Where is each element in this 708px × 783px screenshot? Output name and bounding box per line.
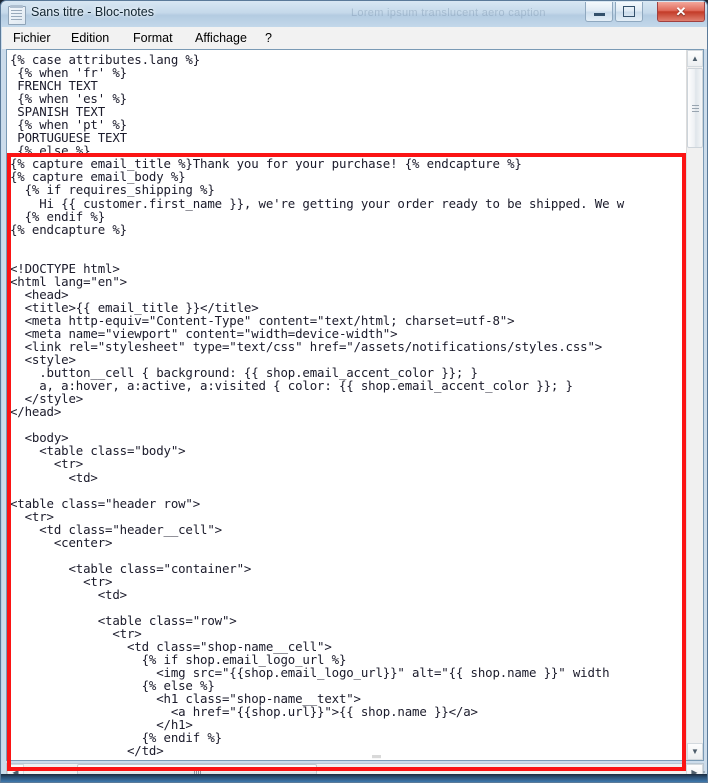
vertical-scrollbar[interactable]: ▲ ▼ (686, 50, 703, 760)
text-editor[interactable]: {% case attributes.lang %} {% when 'fr' … (8, 51, 686, 759)
minimize-icon (586, 2, 612, 21)
scroll-down-icon[interactable]: ▼ (687, 743, 703, 760)
maximize-button[interactable] (615, 2, 643, 22)
menu-bar: Fichier Edition Format Affichage ? (2, 27, 707, 50)
scroll-up-icon[interactable]: ▲ (687, 50, 703, 67)
notepad-window: Lorem ipsum translucent aero caption San… (0, 0, 708, 783)
taskbar-sliver (1, 774, 707, 782)
vertical-scroll-thumb[interactable] (687, 68, 703, 148)
menu-item-help[interactable]: ? (260, 30, 277, 46)
menu-item-edition[interactable]: Edition (66, 30, 114, 46)
maximize-icon (616, 2, 642, 21)
menu-item-fichier[interactable]: Fichier (8, 30, 56, 46)
menu-item-format[interactable]: Format (128, 30, 178, 46)
minimize-button[interactable] (585, 2, 613, 22)
close-button[interactable]: ✕ (657, 2, 705, 22)
title-bar[interactable]: Lorem ipsum translucent aero caption San… (1, 1, 707, 27)
close-icon: ✕ (675, 3, 687, 19)
editor-frame: {% case attributes.lang %} {% when 'fr' … (6, 49, 704, 761)
editor-content[interactable]: {% case attributes.lang %} {% when 'fr' … (10, 53, 624, 758)
notepad-icon (8, 5, 26, 25)
client-area: {% case attributes.lang %} {% when 'fr' … (2, 49, 707, 782)
glass-ghost-text: Lorem ipsum translucent aero caption (351, 7, 546, 19)
window-title: Sans titre - Bloc-notes (31, 5, 154, 19)
menu-item-affichage[interactable]: Affichage (190, 30, 252, 46)
